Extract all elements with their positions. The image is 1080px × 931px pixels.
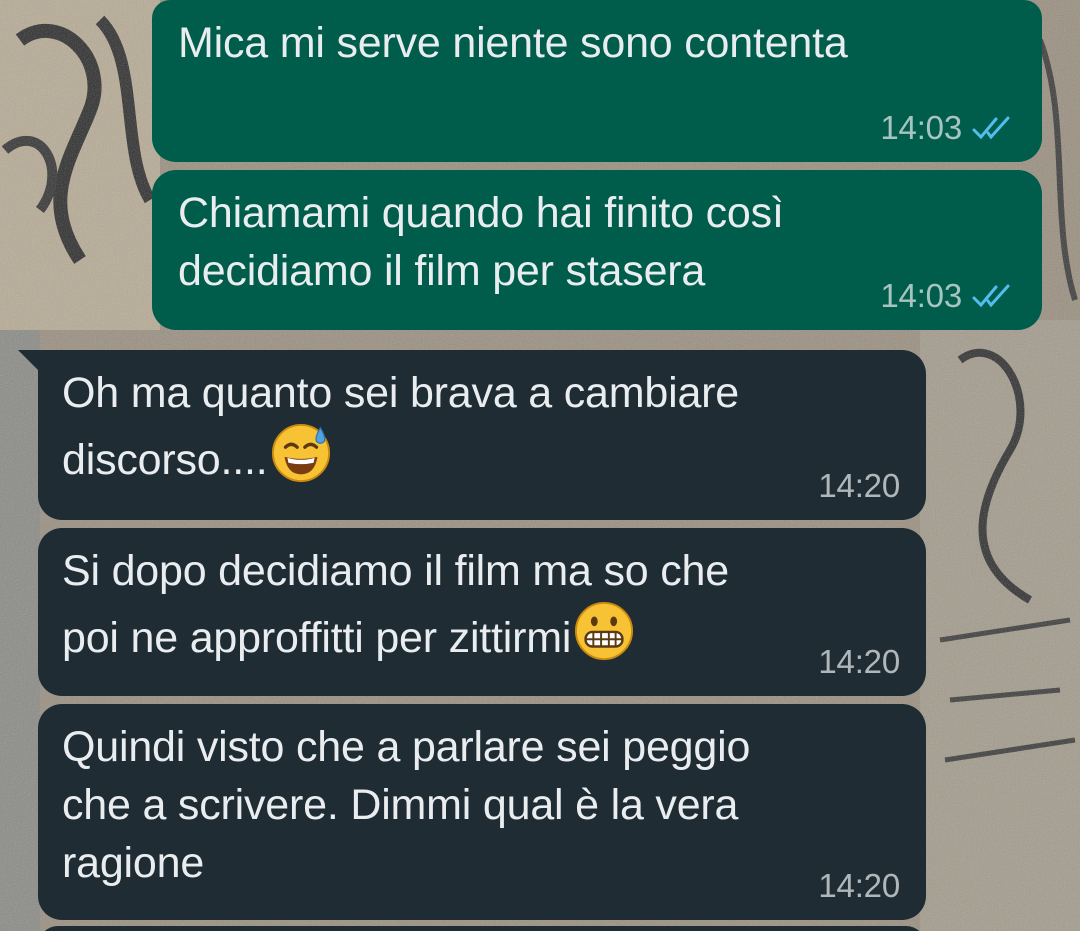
- message-bubble-outgoing[interactable]: Mica mi serve niente sono contenta 14:03: [152, 0, 1042, 162]
- message-time: 14:20: [818, 643, 900, 680]
- message-time: 14:20: [818, 867, 900, 904]
- message-bubble-incoming[interactable]: Quindi visto che a parlare sei peggio ch…: [38, 704, 926, 920]
- read-receipt-double-check-icon: [972, 284, 1010, 308]
- message-bubble-incoming-partial[interactable]: [38, 926, 926, 931]
- message-meta: 14:03: [880, 108, 1016, 148]
- message-time: 14:20: [818, 467, 900, 504]
- message-time: 14:03: [880, 109, 962, 146]
- message-meta: 14:20: [818, 642, 900, 682]
- message-text: Mica mi serve niente sono contenta: [178, 19, 848, 67]
- message-text: Si dopo decidiamo il film ma so che poi …: [62, 542, 896, 667]
- message-bubble-incoming[interactable]: Si dopo decidiamo il film ma so che poi …: [38, 528, 926, 696]
- sweat-smile-emoji-icon: [271, 423, 330, 483]
- message-bubble-outgoing[interactable]: Chiamami quando hai finito così decidiam…: [152, 170, 1042, 330]
- message-meta: 14:20: [818, 466, 900, 506]
- message-time: 14:03: [880, 277, 962, 314]
- message-text-content: Oh ma quanto sei brava a cambiare discor…: [62, 369, 739, 484]
- message-text: Oh ma quanto sei brava a cambiare discor…: [62, 364, 896, 489]
- read-receipt-double-check-icon: [972, 116, 1010, 140]
- message-meta: 14:03: [880, 276, 1016, 316]
- message-meta: 14:20: [818, 866, 900, 906]
- message-text: Quindi visto che a parlare sei peggio ch…: [62, 723, 751, 887]
- message-bubble-incoming[interactable]: Oh ma quanto sei brava a cambiare discor…: [38, 350, 926, 520]
- grimacing-emoji-icon: [575, 601, 634, 661]
